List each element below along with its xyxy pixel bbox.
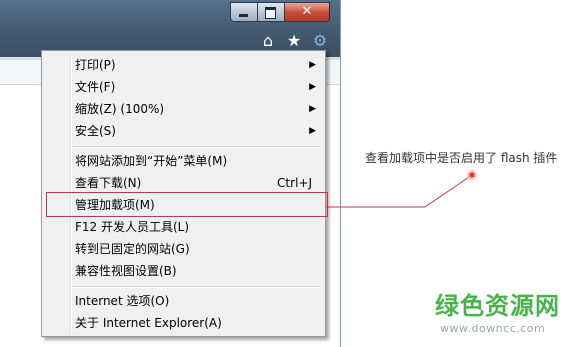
annotation-text: 查看加载项中是否启用了 flash 插件 [365,151,558,165]
watermark-logo-text: 绿色资源网 [435,292,560,320]
callout-dot [469,172,475,178]
watermark-url: www.downcc.com [440,322,546,335]
callout-line [326,174,473,208]
